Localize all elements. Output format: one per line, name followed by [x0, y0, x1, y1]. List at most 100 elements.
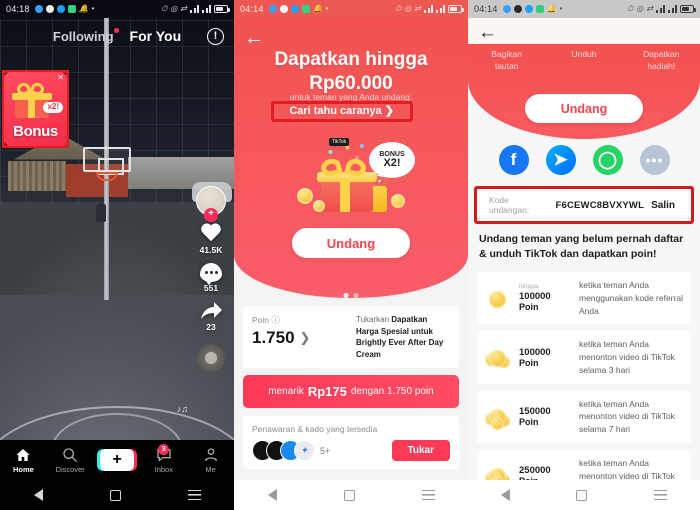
chevron-right-icon[interactable]: ❯ — [300, 330, 311, 346]
battery-icon — [680, 5, 696, 13]
carousel-dots — [343, 293, 359, 298]
rewards-list: hingga 100000 Poin ketika teman Anda men… — [477, 272, 691, 502]
brand-logo-4: ✚ — [294, 440, 315, 462]
more-dot-icon: • — [325, 4, 329, 13]
banner-amount: Rp175 — [307, 384, 347, 400]
person-icon — [202, 447, 219, 463]
list-item: hingga 100000 Poin ketika teman Anda men… — [477, 272, 691, 325]
android-back-icon[interactable] — [267, 489, 277, 501]
sidebar-item-home[interactable]: Home — [0, 447, 47, 474]
points-card[interactable]: Poin ⓘ 1.750 ❯ Tukarkan Dapatkan Harga S… — [243, 306, 459, 369]
step-download: Unduh — [545, 48, 622, 73]
tab-following[interactable]: Following — [52, 27, 119, 44]
status-time: 04:14 — [240, 4, 264, 14]
nav-label-me: Me — [205, 464, 216, 474]
step-1-line1: Bagikan — [491, 49, 523, 59]
app-icon-blue — [268, 5, 277, 13]
create-video-button[interactable]: + — [94, 449, 141, 471]
more-dot-icon: • — [559, 4, 563, 13]
signal-icon-2 — [436, 5, 445, 13]
comment-button[interactable]: 551 — [200, 263, 222, 293]
android-recents-icon[interactable] — [421, 490, 435, 500]
close-icon[interactable]: ✕ — [57, 73, 64, 82]
app-icon-green — [301, 5, 310, 13]
coin-icon-1 — [297, 188, 313, 204]
android-home-icon[interactable] — [343, 489, 355, 501]
redeem-banner[interactable]: menarik Rp175 dengan 1.750 poin — [243, 375, 459, 409]
points-block[interactable]: Poin ⓘ 1.750 ❯ — [252, 314, 348, 360]
heart-icon[interactable] — [200, 224, 222, 244]
learn-how-link[interactable]: Cari tahu caranya ❯ — [289, 104, 394, 117]
three-phone-screenshot-composite: 04:18 🔔 • ⏱ ◎ ⇄ Following For You ! ✕ x2… — [0, 0, 700, 510]
page-title: Dapatkan hingga Rp60.000 — [234, 48, 468, 96]
android-home-icon[interactable] — [109, 489, 121, 501]
hero-title-line1: Dapatkan hingga — [274, 49, 428, 70]
copy-button[interactable]: Salin — [644, 197, 682, 214]
carousel-dot-2[interactable] — [353, 293, 359, 298]
more-icon[interactable]: ••• — [639, 145, 670, 175]
sidebar-item-me[interactable]: Me — [187, 447, 234, 474]
facebook-glyph: f — [510, 150, 517, 169]
app-icon-white — [513, 5, 522, 13]
android-recents-icon[interactable] — [653, 490, 667, 500]
status-notification-icons: 🔔 • — [502, 4, 563, 13]
android-nav-bar-3 — [468, 480, 700, 510]
invite-body: Poin ⓘ 1.750 ❯ Tukarkan Dapatkan Harga S… — [234, 300, 468, 480]
android-home-icon[interactable] — [576, 489, 588, 501]
app-icon-white — [279, 5, 288, 13]
invite-button[interactable]: Undang — [292, 228, 410, 258]
music-disc-icon[interactable] — [197, 344, 225, 372]
step-get-reward: Dapatkan hadiah! — [623, 48, 700, 73]
tiktok-bottom-nav: Home Discover + 3 Inbox Me — [0, 440, 234, 480]
nav-label-discover: Discover — [55, 464, 85, 474]
android-back-icon[interactable] — [501, 489, 511, 501]
messenger-icon[interactable]: ➤ — [545, 145, 576, 175]
comment-icon[interactable] — [200, 263, 222, 285]
invite-code-row: Kode undangan: F6CEWC8BVXYWL Salin — [480, 192, 688, 218]
points-value: 1.750 — [252, 328, 295, 347]
back-arrow-icon[interactable]: ← — [244, 28, 264, 48]
gift-icon — [9, 81, 53, 118]
android-back-icon[interactable] — [33, 489, 43, 501]
phone1-status-bar: 04:18 🔔 • ⏱ ◎ ⇄ — [0, 0, 234, 18]
share-button[interactable]: 23 — [199, 301, 223, 332]
offer-prefix: Tukarkan — [356, 315, 392, 324]
more-dot-icon: • — [91, 4, 95, 13]
reward-2-unit: Poin — [519, 357, 539, 368]
app-icon-white — [45, 5, 54, 13]
music-note-icon: ♪♫ — [176, 404, 188, 414]
video-feed[interactable]: Following For You ! ✕ x2! Bonus + 41.5K … — [0, 18, 234, 480]
sidebar-item-inbox[interactable]: 3 Inbox — [140, 443, 187, 474]
offer-text[interactable]: Tukarkan Dapatkan Harga Spesial untuk Br… — [356, 314, 450, 360]
android-recents-icon[interactable] — [187, 490, 201, 500]
invite-code-value[interactable]: F6CEWC8BVXYWL — [555, 200, 644, 211]
brand-more-count: 5+ — [320, 445, 331, 456]
bell-icon: 🔔 — [546, 4, 557, 13]
invite-code-label: Kode undangan: — [489, 195, 530, 215]
plus-icon[interactable]: + — [96, 449, 137, 471]
nav-label-inbox: Inbox — [154, 464, 173, 474]
avatar-block[interactable]: + — [196, 186, 226, 222]
bonus-card[interactable]: ✕ x2! Bonus — [4, 72, 67, 146]
signal-icon-1 — [190, 5, 199, 13]
signal-icon-2 — [202, 5, 211, 13]
banner-suffix: dengan 1.750 poin — [350, 386, 434, 398]
search-icon — [62, 447, 79, 463]
reward-3-amount: 150000 — [519, 406, 551, 418]
exchange-button[interactable]: Tukar — [391, 440, 450, 462]
status-notification-icons: 🔔 • — [268, 4, 329, 13]
tab-for-you[interactable]: For You — [130, 28, 182, 44]
tab-following-label: Following — [52, 28, 114, 44]
alarm-icon: ⏱ — [627, 4, 634, 13]
share-arrow-icon[interactable] — [199, 301, 223, 321]
step-share-link: Bagikan tautan — [468, 48, 545, 73]
facebook-icon[interactable]: f — [498, 145, 529, 175]
whatsapp-icon[interactable]: ◯ — [592, 145, 623, 175]
carousel-dot-1[interactable] — [343, 293, 349, 298]
invite-button[interactable]: Undang — [525, 94, 643, 123]
avatar[interactable]: + — [196, 186, 226, 222]
back-arrow-icon[interactable]: ← — [478, 23, 497, 42]
like-button[interactable]: 41.5K — [200, 224, 223, 255]
sidebar-item-discover[interactable]: Discover — [47, 447, 94, 474]
follow-plus-icon[interactable]: + — [204, 208, 218, 222]
